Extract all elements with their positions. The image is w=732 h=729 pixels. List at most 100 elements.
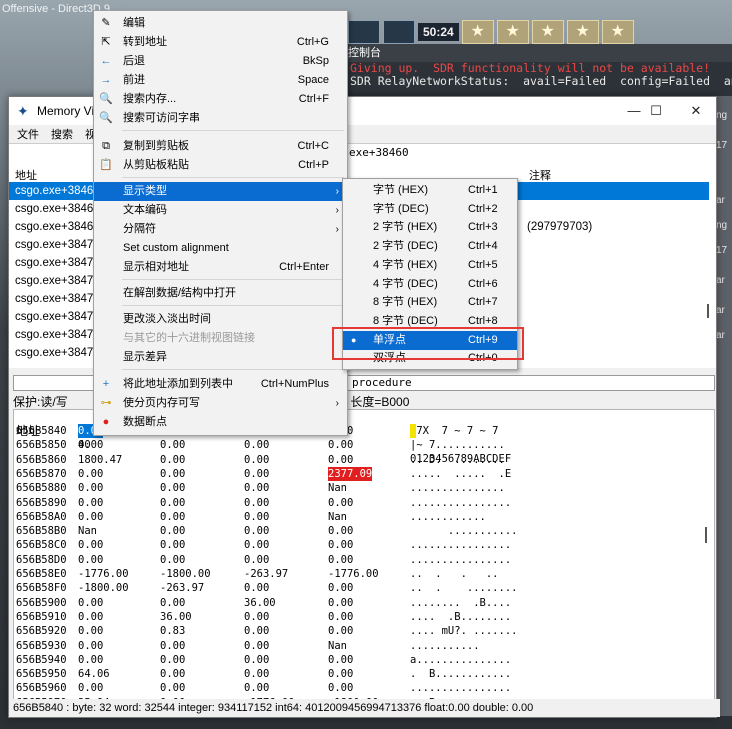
ascii-cell[interactable]: ........... bbox=[410, 639, 480, 653]
float-value-cell[interactable]: 0.00 bbox=[244, 624, 269, 638]
address-column-header[interactable]: 地址 bbox=[15, 167, 37, 183]
float-value-cell[interactable]: 0.00 bbox=[328, 438, 353, 452]
ascii-cell[interactable]: ............ bbox=[410, 510, 486, 524]
float-value-cell[interactable]: 0.00 bbox=[160, 653, 185, 667]
float-value-cell[interactable]: 0.00 bbox=[78, 467, 103, 481]
hex-row[interactable]: 656B5910 0.00 36.00 0.00 0.00 .... .B........ bbox=[14, 610, 714, 624]
submenu-item[interactable]: 4 字节 (DEC) Ctrl+6 bbox=[343, 275, 517, 294]
float-value-cell[interactable]: 0.00 bbox=[328, 553, 353, 567]
hex-row[interactable]: 656B5940 0.00 0.00 0.00 0.00 a............... bbox=[14, 653, 714, 667]
ascii-cell[interactable]: ............... bbox=[410, 481, 505, 495]
hex-view-pane[interactable]: 地址 40 0123456789ABCDEF 656B58400.000.000… bbox=[13, 409, 715, 709]
float-value-cell[interactable]: 0.00 bbox=[160, 481, 185, 495]
hex-row[interactable]: 656B5860 1800.47 0.00 0.00 0.00 .. D. .......… bbox=[14, 453, 714, 467]
ascii-cell[interactable]: ........ .B.... bbox=[410, 596, 511, 610]
float-value-cell[interactable]: 0.00 bbox=[160, 496, 185, 510]
float-value-cell[interactable]: 0.00 bbox=[160, 596, 185, 610]
float-value-cell[interactable]: 0.00 bbox=[244, 553, 269, 567]
hex-row[interactable]: 656B58B0 Nan 0.00 0.00 0.00 ........... bbox=[14, 524, 714, 538]
context-menu-item[interactable]: → 前进 Space bbox=[94, 71, 347, 90]
context-menu-item[interactable]: ● 数据断点 bbox=[94, 413, 347, 432]
hex-address-cell[interactable]: 656B5920 bbox=[16, 624, 67, 638]
float-value-cell[interactable]: 0.00 bbox=[78, 510, 103, 524]
context-menu-item[interactable]: 🔍 搜索可访问字串 bbox=[94, 109, 347, 128]
hex-address-cell[interactable]: 656B5930 bbox=[16, 639, 67, 653]
float-value-cell[interactable]: 0.00 bbox=[78, 496, 103, 510]
hex-address-cell[interactable]: 656B58B0 bbox=[16, 524, 67, 538]
float-value-cell[interactable]: 0.00 bbox=[160, 667, 185, 681]
context-menu-item[interactable]: ✎ 编辑 bbox=[94, 14, 347, 33]
hex-address-cell[interactable]: 656B58F0 bbox=[16, 581, 67, 595]
hex-row[interactable]: 656B5900 0.00 0.00 36.00 0.00 ........ .B.... bbox=[14, 596, 714, 610]
menu-search[interactable]: 搜索 bbox=[51, 126, 73, 142]
hex-row[interactable]: 656B5960 0.00 0.00 0.00 0.00................ bbox=[14, 681, 714, 695]
context-menu-item[interactable]: 分隔符 › bbox=[94, 220, 347, 239]
float-value-cell[interactable]: 0.00 bbox=[244, 667, 269, 681]
ascii-cell[interactable]: 7X 7 ~ 7 ~ 7 bbox=[410, 424, 499, 438]
context-menu-item[interactable]: 显示差异 bbox=[94, 348, 347, 367]
float-value-cell[interactable]: 1800.47 bbox=[78, 453, 122, 467]
scrollbar-thumb[interactable] bbox=[707, 304, 709, 318]
float-value-cell[interactable]: 0.00 bbox=[328, 653, 353, 667]
float-value-cell[interactable]: 0.00 bbox=[78, 653, 103, 667]
float-value-cell[interactable]: Nan bbox=[78, 524, 97, 538]
ascii-cell[interactable]: ................ bbox=[410, 496, 511, 510]
ascii-cell[interactable]: .... mU?. ....... bbox=[410, 624, 517, 638]
float-value-cell[interactable]: 0.00 bbox=[328, 453, 353, 467]
hex-address-cell[interactable]: 656B58D0 bbox=[16, 553, 67, 567]
hex-address-cell[interactable]: 656B5940 bbox=[16, 653, 67, 667]
float-value-cell[interactable]: 0.00 bbox=[160, 438, 185, 452]
float-value-cell[interactable]: 0.00 bbox=[328, 524, 353, 538]
float-value-cell[interactable]: -1776.00 bbox=[328, 567, 379, 581]
float-value-cell[interactable]: 64.06 bbox=[78, 667, 110, 681]
float-value-cell[interactable]: 0.00 bbox=[328, 538, 353, 552]
float-value-cell[interactable]: -1776.00 bbox=[78, 567, 129, 581]
maximize-button[interactable]: ☐ bbox=[641, 101, 671, 121]
ascii-cell[interactable]: .. D. ........ bbox=[410, 453, 505, 467]
context-menu-item[interactable]: Set custom alignment bbox=[94, 239, 347, 258]
float-value-cell[interactable]: 0.00 bbox=[160, 681, 185, 695]
float-value-cell[interactable]: 0.00 bbox=[78, 438, 103, 452]
float-value-cell[interactable]: 0.00 bbox=[244, 639, 269, 653]
float-value-cell[interactable]: 0.00 bbox=[78, 538, 103, 552]
context-menu-item[interactable]: 显示类型 › bbox=[94, 182, 347, 201]
float-value-cell[interactable]: 0.00 bbox=[244, 524, 269, 538]
float-value-cell[interactable]: 0.00 bbox=[160, 467, 185, 481]
float-value-cell[interactable]: 0.00 bbox=[244, 538, 269, 552]
hex-address-cell[interactable]: 656B5870 bbox=[16, 467, 67, 481]
context-menu-item[interactable]: 更改淡入淡出时间 bbox=[94, 310, 347, 329]
float-value-cell[interactable]: 0.00 bbox=[244, 581, 269, 595]
ascii-cell[interactable]: a............... bbox=[410, 653, 511, 667]
float-value-cell[interactable]: -1800.00 bbox=[160, 567, 211, 581]
context-menu-item[interactable]: 与其它的十六进制视图链接 bbox=[94, 329, 347, 348]
float-value-cell[interactable]: 0.00 bbox=[244, 653, 269, 667]
context-menu-item[interactable]: ⧉ 复制到剪贴板 Ctrl+C bbox=[94, 137, 347, 156]
hex-address-cell[interactable]: 656B5880 bbox=[16, 481, 67, 495]
float-value-cell[interactable]: 0.00 bbox=[328, 624, 353, 638]
float-value-cell[interactable]: 36.00 bbox=[160, 610, 192, 624]
float-value-cell[interactable]: -263.97 bbox=[244, 567, 288, 581]
float-value-cell[interactable]: 0.00 bbox=[160, 453, 185, 467]
context-menu-item[interactable]: 显示相对地址 Ctrl+Enter bbox=[94, 258, 347, 277]
hex-row[interactable]: 656B58C0 0.00 0.00 0.00 0.00................ bbox=[14, 538, 714, 552]
ascii-cell[interactable]: .... .B........ bbox=[410, 610, 511, 624]
float-value-cell[interactable]: 0.00 bbox=[328, 581, 353, 595]
hex-row[interactable]: 656B58E0 -1776.00 -1800.00 -263.97 -1776.00.… bbox=[14, 567, 714, 581]
submenu-item[interactable]: 字节 (HEX) Ctrl+1 bbox=[343, 181, 517, 200]
float-value-cell[interactable]: 0.00 bbox=[244, 438, 269, 452]
close-button[interactable]: ✕ bbox=[681, 101, 711, 121]
context-menu-item[interactable]: 文本编码 › bbox=[94, 201, 347, 220]
float-value-cell[interactable]: 0.00 bbox=[160, 524, 185, 538]
scrollbar-thumb[interactable] bbox=[705, 527, 707, 543]
float-value-cell[interactable]: 0.00 bbox=[78, 639, 103, 653]
hex-row[interactable]: 656B5950 64.06 0.00 0.00 0.00 . B............ bbox=[14, 667, 714, 681]
float-value-cell[interactable]: 0.00 bbox=[244, 681, 269, 695]
float-value-cell[interactable]: 0.00 bbox=[328, 667, 353, 681]
submenu-item[interactable]: 4 字节 (HEX) Ctrl+5 bbox=[343, 256, 517, 275]
float-value-cell[interactable]: 2377.09 bbox=[328, 466, 373, 481]
ascii-cell[interactable]: .. . . .. bbox=[410, 567, 499, 581]
float-value-cell[interactable]: 0.00 bbox=[328, 596, 353, 610]
hex-row[interactable]: 656B58D0 0.00 0.00 0.00 0.00................ bbox=[14, 553, 714, 567]
float-value-cell[interactable]: 0.00 bbox=[78, 624, 103, 638]
float-value-cell[interactable]: Nan bbox=[328, 481, 347, 495]
